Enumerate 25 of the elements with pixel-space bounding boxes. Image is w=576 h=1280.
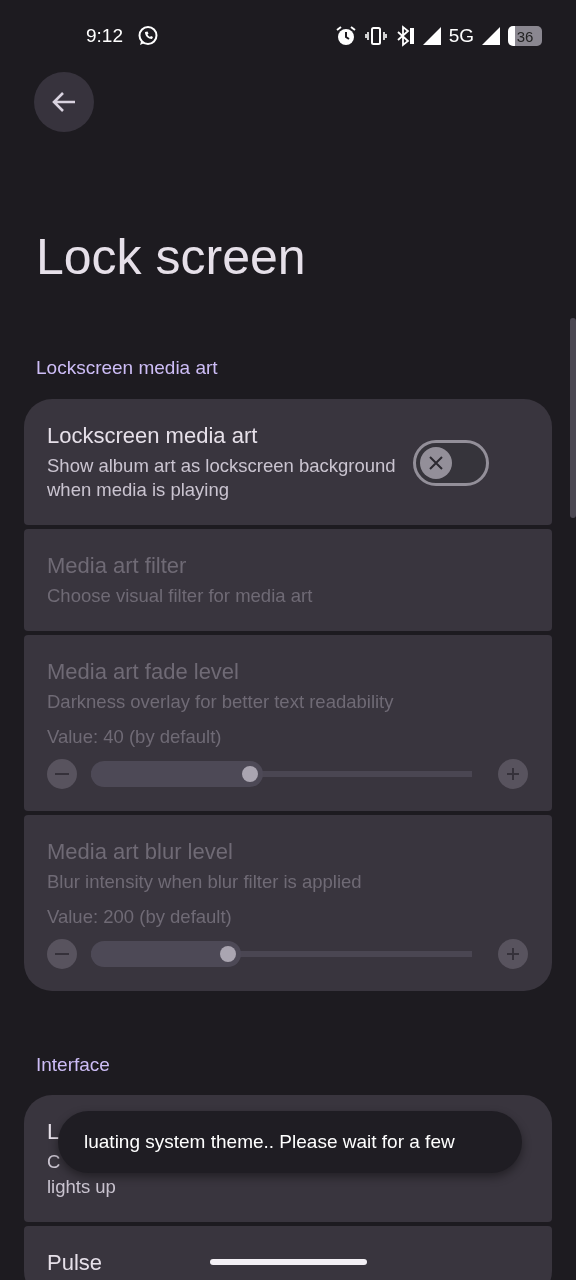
chat-icon [137,25,159,47]
signal-icon [422,27,441,45]
item-title: L [47,1119,60,1146]
minus-icon [55,773,69,776]
signal-icon [482,27,500,45]
close-icon [427,453,445,472]
item-subtitle: lights up [47,1175,117,1200]
vibrate-icon [364,25,387,47]
settings-item[interactable]: Lockscreen media art Show album art as lockscreen background when media is playing [24,398,552,526]
section-heading: Lockscreen media art [36,356,219,380]
clock-text: 9:12 [86,23,123,48]
toggle-switch[interactable] [413,439,489,486]
item-subtitle: Show album art as lockscreen background when media is playing [47,453,397,503]
plus-icon [505,945,521,962]
network-text: 5G [448,23,474,48]
section-heading: Interface [36,1052,111,1077]
settings-item[interactable]: Pulse [24,1226,552,1280]
minus-icon [55,952,69,955]
theme-toast: luating system theme.. Please wait for a few [58,1111,522,1173]
alarm-icon [334,25,357,47]
item-title: Pulse [47,1250,103,1277]
plus-icon [505,766,521,783]
item-title: Lockscreen media art [47,422,258,449]
page-title: Lock screen [36,232,307,282]
battery-text: 36 [516,28,534,44]
